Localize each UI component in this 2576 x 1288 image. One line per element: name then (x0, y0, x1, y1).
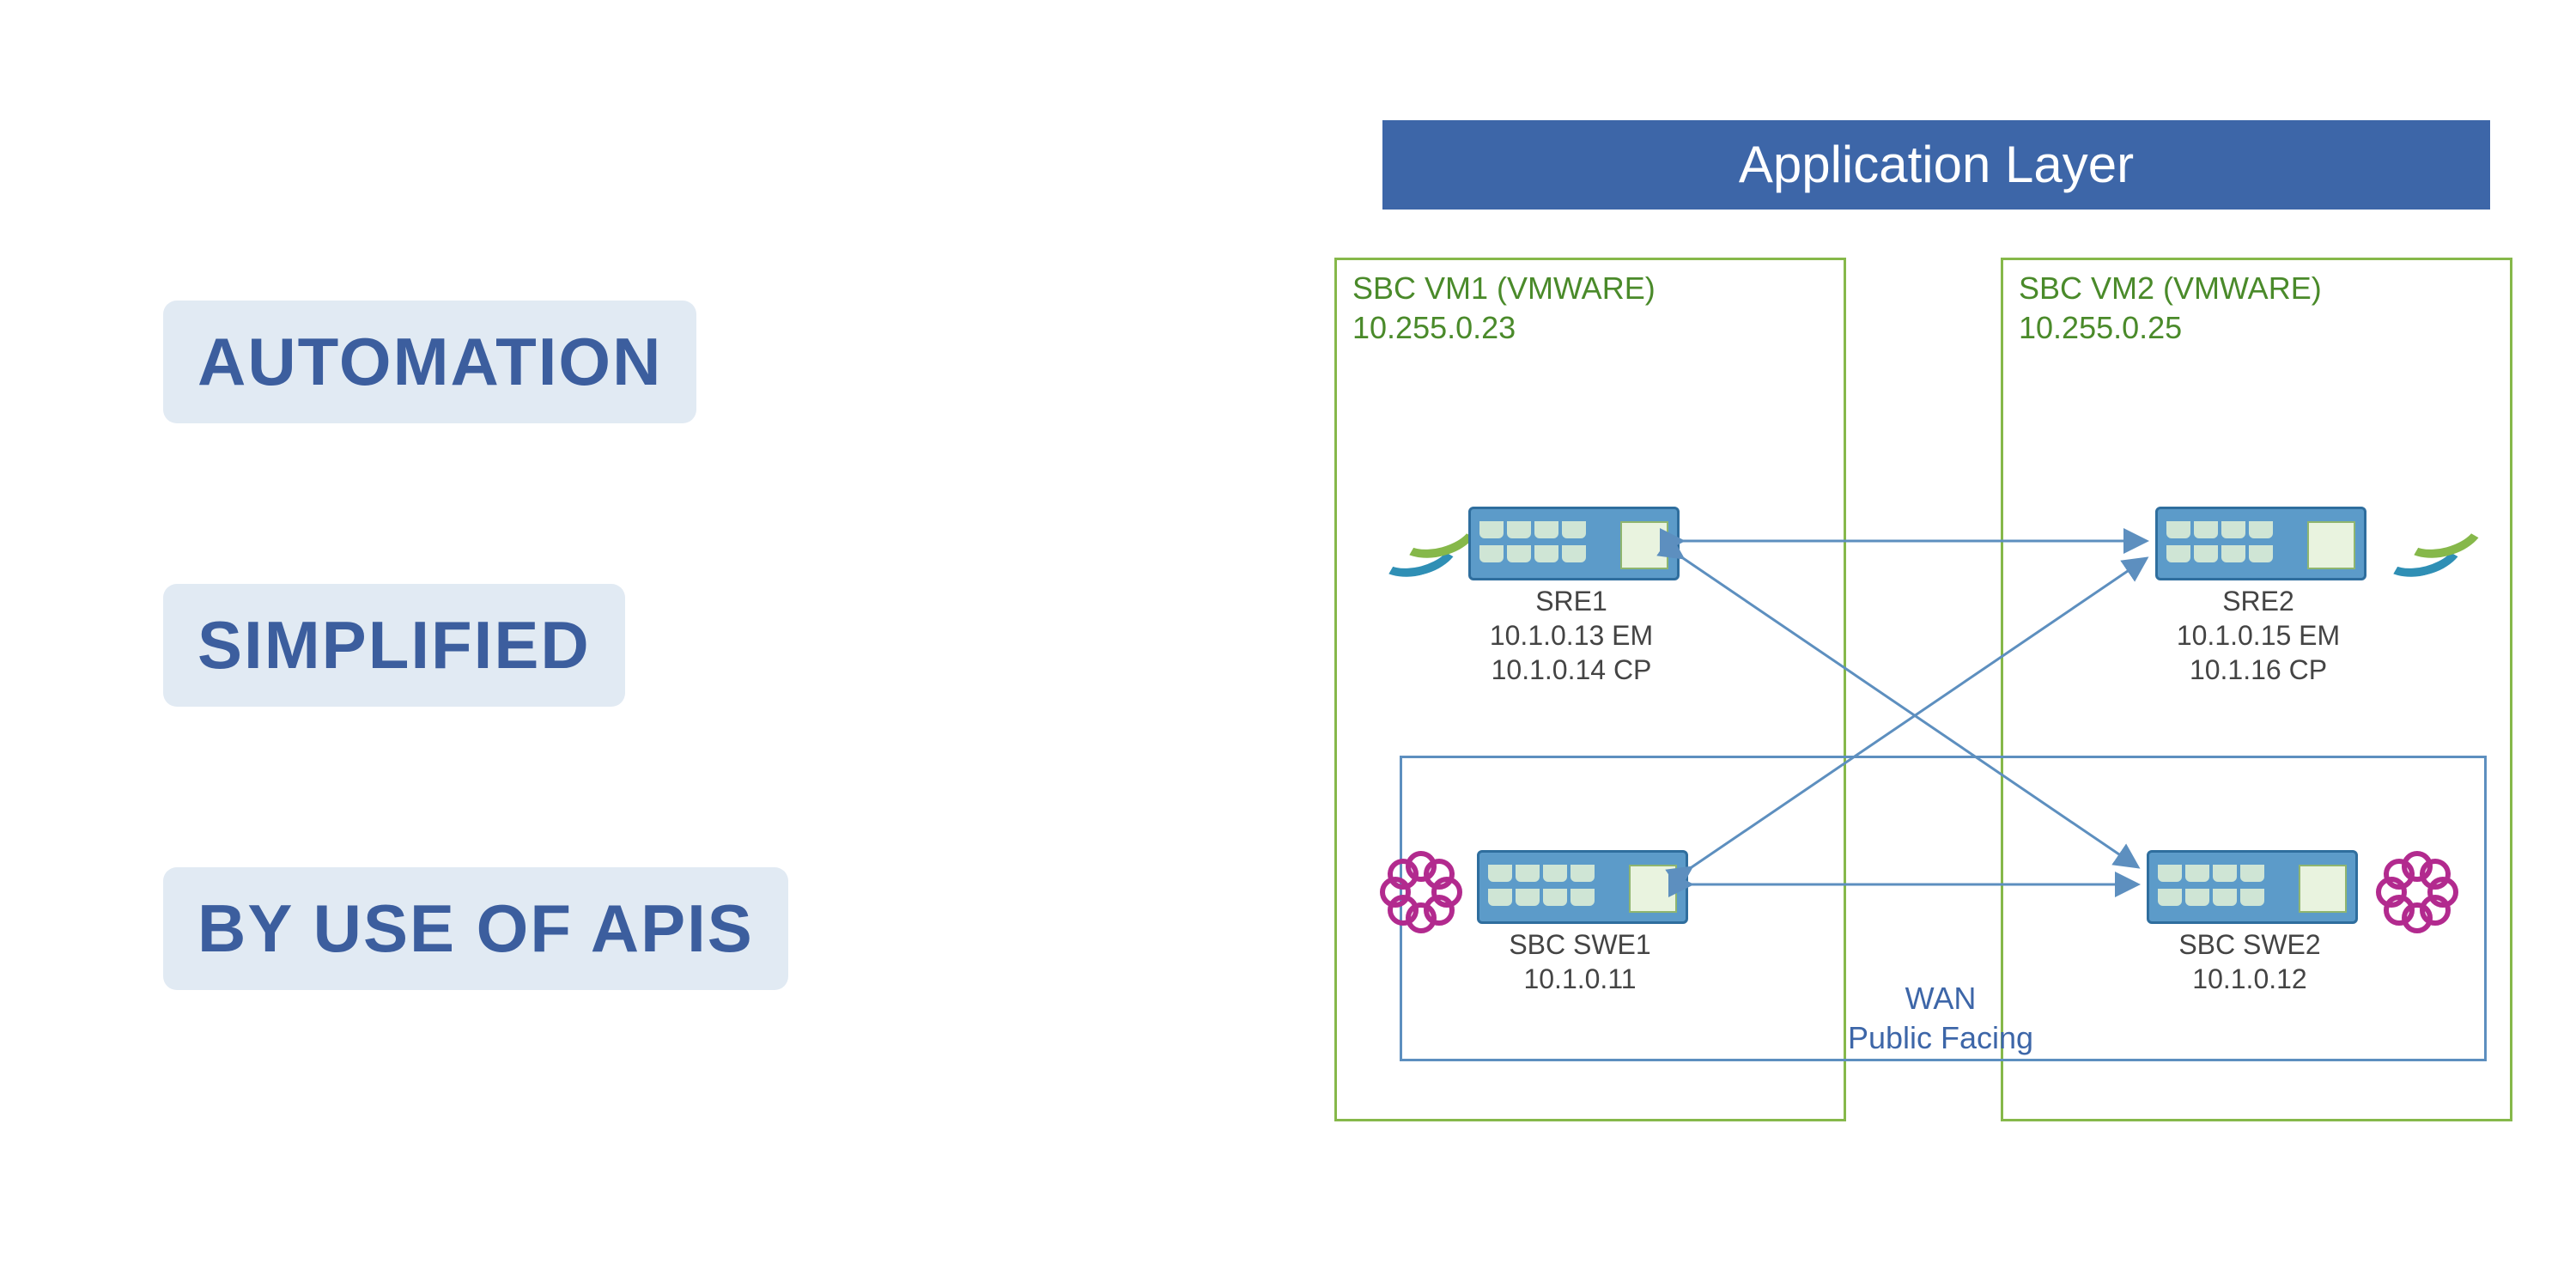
network-diagram: Application Layer SBC VM1 (VMWARE) 10.25… (1322, 120, 2524, 1176)
tag-automation: AUTOMATION (163, 301, 696, 423)
vm1-label: SBC VM1 (VMWARE) 10.255.0.23 (1352, 269, 1656, 348)
swe1-ip: 10.1.0.11 (1523, 963, 1636, 994)
vm2-label: SBC VM2 (VMWARE) 10.255.0.25 (2019, 269, 2322, 348)
vm2-title: SBC VM2 (VMWARE) (2019, 270, 2322, 306)
swe2-device (2147, 850, 2358, 924)
sre1-name: SRE1 (1535, 586, 1607, 617)
sre2-label: SRE2 10.1.0.15 EM 10.1.16 CP (2155, 584, 2361, 687)
vm1-title: SBC VM1 (VMWARE) (1352, 270, 1656, 306)
swe1-label: SBC SWE1 10.1.0.11 (1477, 927, 1683, 996)
swe1-device (1477, 850, 1688, 924)
swoosh-icon (1374, 498, 1468, 575)
sre2-cp: 10.1.16 CP (2190, 654, 2327, 685)
swe2-ip: 10.1.0.12 (2192, 963, 2306, 994)
ring-icon (1379, 850, 1458, 929)
sre2-em: 10.1.0.15 EM (2177, 620, 2340, 651)
tag-apis: BY USE OF APIS (163, 867, 788, 990)
swe2-label: SBC SWE2 10.1.0.12 (2147, 927, 2353, 996)
wan-line2: Public Facing (1848, 1020, 2033, 1055)
sre2-name: SRE2 (2222, 586, 2294, 617)
swe2-name: SBC SWE2 (2178, 929, 2320, 960)
swe1-name: SBC SWE1 (1509, 929, 1650, 960)
banner-application-layer: Application Layer (1382, 120, 2490, 210)
ring-icon (2375, 850, 2454, 929)
sre1-cp: 10.1.0.14 CP (1492, 654, 1652, 685)
sre2-device (2155, 507, 2366, 580)
tag-simplified: SIMPLIFIED (163, 584, 625, 707)
wan-label: WAN Public Facing (1803, 979, 2078, 1058)
sre1-em: 10.1.0.13 EM (1490, 620, 1653, 651)
sre1-device (1468, 507, 1680, 580)
vm1-ip: 10.255.0.23 (1352, 310, 1516, 345)
vm2-ip: 10.255.0.25 (2019, 310, 2182, 345)
wan-line1: WAN (1905, 981, 1977, 1016)
swoosh-icon (2379, 498, 2473, 575)
sre1-label: SRE1 10.1.0.13 EM 10.1.0.14 CP (1468, 584, 1674, 687)
